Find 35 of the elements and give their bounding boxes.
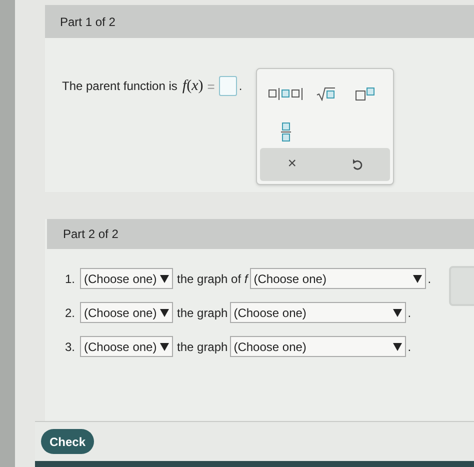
- mixed-number-icon: [268, 88, 304, 100]
- connector-text: the graph: [177, 304, 228, 322]
- period-text: .: [408, 338, 412, 356]
- fraction-icon: [281, 122, 292, 142]
- period-text: .: [408, 304, 412, 322]
- period-text: .: [238, 78, 242, 96]
- clear-button[interactable]: ×: [286, 153, 298, 176]
- choice-dropdown[interactable]: (Choose one): [230, 336, 406, 357]
- connector-text: the graph: [177, 338, 228, 356]
- caret-icon: [392, 308, 402, 316]
- choice-dropdown[interactable]: (Choose one): [80, 268, 173, 289]
- choice-dropdown[interactable]: (Choose one): [80, 336, 173, 357]
- section-title: Part 1 of 2: [60, 14, 116, 30]
- item-number: 1.: [65, 270, 76, 288]
- caret-icon: [160, 308, 169, 316]
- item-number: 2.: [65, 304, 76, 322]
- connector-text: the graph of f: [177, 270, 248, 288]
- section-title: Part 2 of 2: [63, 226, 118, 243]
- exponent-icon: [355, 87, 376, 101]
- prompt-text: The parent function is: [62, 78, 178, 96]
- item-number: 3.: [65, 338, 76, 356]
- square-root-icon: [316, 87, 336, 101]
- caret-icon: [412, 274, 422, 282]
- undo-icon: [352, 158, 363, 171]
- math-expression: f(x): [182, 77, 204, 96]
- caret-icon: [160, 342, 169, 350]
- choice-dropdown[interactable]: (Choose one): [80, 302, 173, 323]
- caret-icon: [160, 274, 169, 282]
- check-button[interactable]: Check: [41, 429, 94, 454]
- caret-icon: [392, 342, 402, 350]
- template-key[interactable]: [280, 122, 292, 142]
- choice-dropdown[interactable]: (Choose one): [230, 302, 406, 323]
- period-text: .: [428, 270, 432, 288]
- equals-sign: =: [207, 78, 215, 96]
- choice-dropdown[interactable]: (Choose one): [250, 268, 426, 289]
